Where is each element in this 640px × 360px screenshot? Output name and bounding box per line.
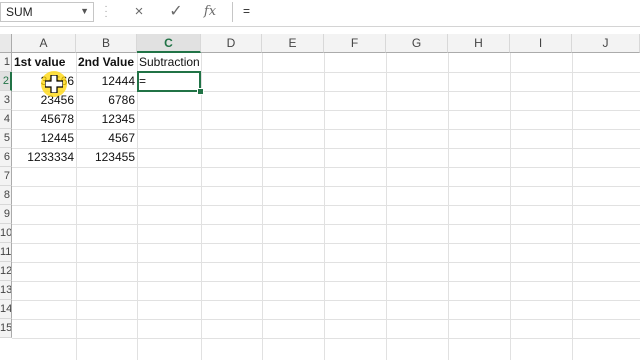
cell-b5[interactable]: 4567 [76, 129, 137, 148]
row-header-6[interactable]: 6 [0, 148, 12, 167]
grid-line [12, 281, 640, 282]
grid-line [262, 53, 263, 360]
grid-line [12, 319, 640, 320]
grid-line [12, 167, 640, 168]
row-header-11[interactable]: 11 [0, 243, 12, 262]
grid-line [12, 205, 640, 206]
grid-line [386, 53, 387, 360]
column-header-d[interactable]: D [201, 34, 262, 53]
grid-line [12, 243, 640, 244]
cell-b6[interactable]: 123455 [76, 148, 137, 167]
grid-line [324, 53, 325, 360]
row-header-5[interactable]: 5 [0, 129, 12, 148]
grid-line [201, 53, 202, 360]
row-header-14[interactable]: 14 [0, 300, 12, 319]
column-header-f[interactable]: F [324, 34, 386, 53]
row-header-12[interactable]: 12 [0, 262, 12, 281]
row-header-15[interactable]: 15 [0, 319, 12, 338]
cell-a6[interactable]: 1233334 [12, 148, 76, 167]
column-header-c[interactable]: C [137, 34, 201, 53]
chevron-down-icon[interactable]: ▼ [80, 6, 89, 16]
column-header-j[interactable]: J [572, 34, 640, 53]
formula-bar: SUM ▼ · · · × ✓ fx = [0, 0, 640, 27]
name-box-value: SUM [6, 5, 33, 19]
grid-line [572, 53, 573, 360]
row-header-1[interactable]: 1 [0, 53, 12, 72]
row-header-8[interactable]: 8 [0, 186, 12, 205]
cell-cursor-icon [45, 75, 63, 93]
grid-line [12, 300, 640, 301]
grid-line [510, 53, 511, 360]
grid-line [137, 53, 138, 360]
cell-a4[interactable]: 45678 [12, 110, 76, 129]
column-header-i[interactable]: I [510, 34, 572, 53]
column-header-a[interactable]: A [12, 34, 76, 53]
enter-button[interactable]: ✓ [163, 2, 189, 22]
cell-a5[interactable]: 12445 [12, 129, 76, 148]
row-header-9[interactable]: 9 [0, 205, 12, 224]
cell-a3[interactable]: 23456 [12, 91, 76, 110]
formula-input[interactable]: = [232, 2, 640, 22]
row-header-3[interactable]: 3 [0, 91, 12, 110]
active-cell-border [137, 71, 201, 92]
column-header-e[interactable]: E [262, 34, 324, 53]
row-header-7[interactable]: 7 [0, 167, 12, 186]
fill-handle[interactable] [197, 88, 204, 95]
column-header-g[interactable]: G [386, 34, 448, 53]
insert-function-button[interactable]: fx [197, 2, 223, 22]
cell-b2[interactable]: 12444 [76, 72, 137, 91]
cell-a1[interactable]: 1st value [12, 53, 76, 72]
formula-value: = [243, 4, 251, 18]
row-header-13[interactable]: 13 [0, 281, 12, 300]
row-header-2[interactable]: 2 [0, 72, 12, 91]
name-box[interactable]: SUM ▼ [0, 2, 94, 22]
cell-b1[interactable]: 2nd Value [76, 53, 137, 72]
drag-handle-icon[interactable]: · · · [104, 2, 108, 22]
grid-line [12, 262, 640, 263]
select-all-corner[interactable] [0, 34, 12, 53]
cell-b4[interactable]: 12345 [76, 110, 137, 129]
grid-line [12, 338, 640, 339]
grid-line [12, 186, 640, 187]
cancel-button[interactable]: × [126, 2, 152, 22]
row-header-10[interactable]: 10 [0, 224, 12, 243]
grid-line [448, 53, 449, 360]
row-header-4[interactable]: 4 [0, 110, 12, 129]
column-header-b[interactable]: B [76, 34, 137, 53]
grid-line [12, 224, 640, 225]
column-header-h[interactable]: H [448, 34, 510, 53]
cell-b3[interactable]: 6786 [76, 91, 137, 110]
cell-c1[interactable]: Subtraction [137, 53, 201, 72]
